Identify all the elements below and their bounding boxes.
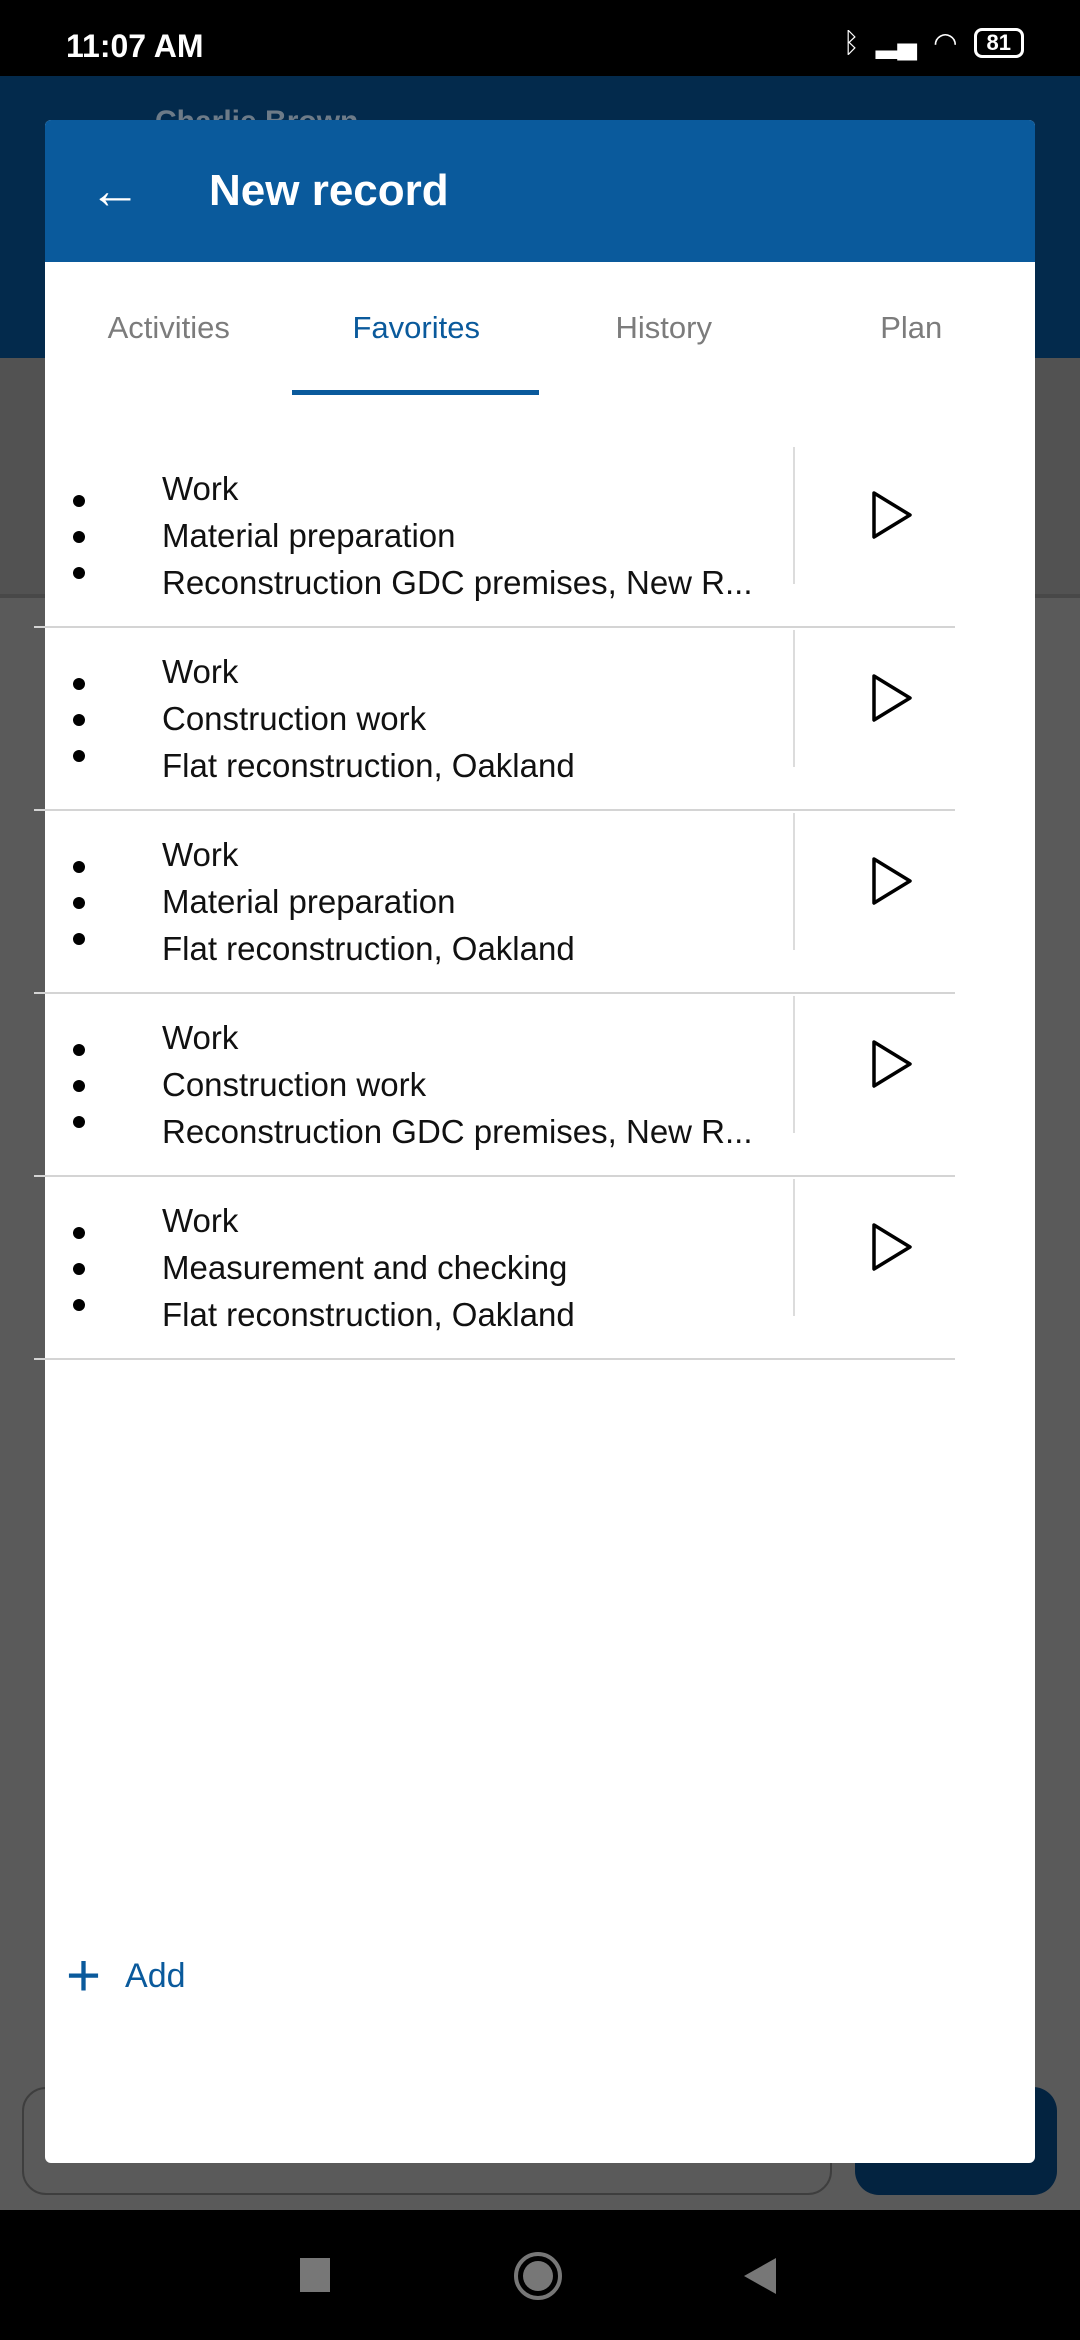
tab-history[interactable]: History (540, 262, 788, 395)
add-label: Add (125, 1956, 186, 1995)
play-icon[interactable] (864, 1219, 920, 1275)
divider (793, 447, 795, 584)
list-item[interactable]: Work Measurement and checking Flat recon… (34, 1177, 955, 1360)
more-options-icon[interactable] (64, 489, 94, 585)
tab-plan[interactable]: Plan (788, 262, 1036, 395)
item-project: Reconstruction GDC premises, New R... (162, 1113, 753, 1150)
wifi-icon: ◠ (933, 27, 958, 58)
item-activity: Material preparation (162, 883, 456, 920)
home-icon[interactable] (514, 2252, 562, 2300)
back-icon[interactable] (744, 2258, 776, 2294)
divider (793, 630, 795, 767)
item-type: Work (162, 1019, 239, 1056)
status-bar: 11:07 AM ᛒ ▂▄ ◠ 81 (0, 0, 1080, 76)
add-button[interactable]: + Add (66, 1946, 186, 2006)
tab-bar: Activities Favorites History Plan (45, 262, 1035, 395)
navigation-bar (0, 2210, 1080, 2340)
play-icon[interactable] (864, 670, 920, 726)
item-project: Flat reconstruction, Oakland (162, 747, 575, 784)
play-icon[interactable] (864, 853, 920, 909)
signal-icon: ▂▄ (875, 27, 918, 58)
bluetooth-icon: ᛒ (842, 26, 860, 58)
item-text: Work Measurement and checking Flat recon… (162, 1197, 782, 1338)
item-text: Work Material preparation Flat reconstru… (162, 831, 782, 972)
divider (793, 813, 795, 950)
dialog-header: ← New record (45, 120, 1035, 262)
play-icon[interactable] (864, 487, 920, 543)
item-project: Flat reconstruction, Oakland (162, 930, 575, 967)
item-project: Flat reconstruction, Oakland (162, 1296, 575, 1333)
active-tab-indicator (292, 390, 539, 395)
more-options-icon[interactable] (64, 1221, 94, 1317)
more-options-icon[interactable] (64, 855, 94, 951)
favorites-list: Work Material preparation Reconstruction… (34, 445, 955, 1360)
divider (793, 1179, 795, 1316)
list-item[interactable]: Work Construction work Flat reconstructi… (34, 628, 955, 811)
item-text: Work Construction work Reconstruction GD… (162, 1014, 782, 1155)
item-text: Work Construction work Flat reconstructi… (162, 648, 782, 789)
divider (793, 996, 795, 1133)
dialog-title: New record (209, 166, 449, 215)
item-type: Work (162, 653, 239, 690)
list-item[interactable]: Work Material preparation Reconstruction… (34, 445, 955, 628)
plus-icon: + (66, 1942, 102, 2009)
recents-icon[interactable] (300, 2258, 330, 2292)
tab-favorites[interactable]: Favorites (293, 262, 541, 395)
item-activity: Measurement and checking (162, 1249, 568, 1286)
more-options-icon[interactable] (64, 672, 94, 768)
battery-icon: 81 (973, 27, 1024, 58)
item-type: Work (162, 836, 239, 873)
item-project: Reconstruction GDC premises, New R... (162, 564, 753, 601)
play-icon[interactable] (864, 1036, 920, 1092)
item-activity: Construction work (162, 700, 427, 737)
item-activity: Construction work (162, 1066, 427, 1103)
back-arrow-icon[interactable]: ← (89, 165, 151, 217)
more-options-icon[interactable] (64, 1038, 94, 1134)
item-text: Work Material preparation Reconstruction… (162, 465, 782, 606)
item-activity: Material preparation (162, 517, 456, 554)
list-item[interactable]: Work Construction work Reconstruction GD… (34, 994, 955, 1177)
tab-activities[interactable]: Activities (45, 262, 293, 395)
list-item[interactable]: Work Material preparation Flat reconstru… (34, 811, 955, 994)
status-time: 11:07 AM (66, 28, 204, 64)
item-type: Work (162, 1202, 239, 1239)
item-type: Work (162, 470, 239, 507)
